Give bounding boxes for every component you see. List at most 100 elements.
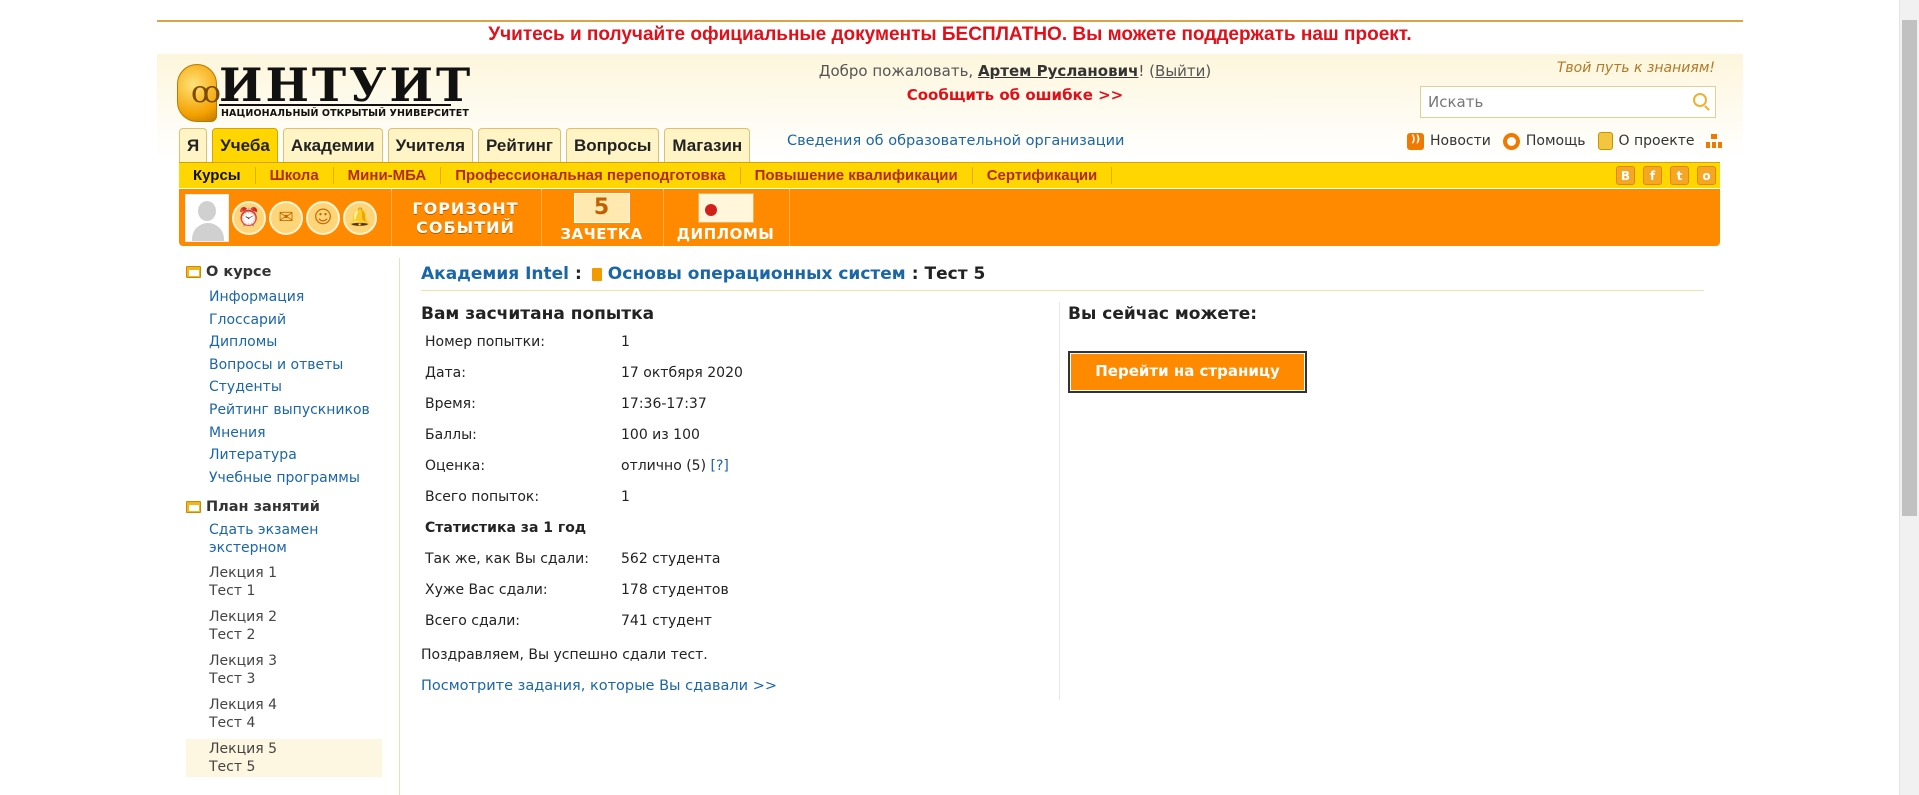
bell-icon[interactable]: 🔔 — [343, 200, 377, 235]
diplomas-label: ДИПЛОМЫ — [676, 225, 775, 243]
row-label: Время: — [425, 396, 476, 412]
subnav-school[interactable]: Школа — [256, 167, 334, 184]
lecture-label[interactable]: Лекция 3 — [209, 652, 382, 670]
column-divider — [1059, 302, 1060, 700]
row-value: 1 — [621, 489, 630, 505]
test-label[interactable]: Тест 2 — [209, 626, 382, 644]
row-value: 741 студент — [621, 613, 712, 629]
search-input[interactable] — [1421, 87, 1681, 117]
user-profile-link[interactable]: Артем Русланович — [978, 62, 1138, 80]
org-info-link[interactable]: Сведения об образовательной организации — [787, 133, 1124, 149]
logout-link[interactable]: Выйти — [1155, 62, 1205, 80]
view-tasks-link[interactable]: Посмотрите задания, которые Вы сдавали >… — [421, 678, 777, 694]
welcome-prefix: Добро пожаловать, — [818, 62, 978, 80]
go-to-course-button[interactable]: Перейти на страницу курса — [1068, 351, 1307, 414]
sidebar-item-diplomas[interactable]: Дипломы — [186, 331, 382, 354]
page: Учитесь и получайте официальные документ… — [0, 0, 1919, 795]
go-to-course-label: Перейти на страницу курса — [1071, 354, 1304, 414]
alarm-clock-icon[interactable]: ⏰ — [232, 200, 266, 235]
sitemap-link[interactable] — [1706, 134, 1723, 148]
result-title: Вам засчитана попытка — [421, 304, 655, 324]
tab-teachers[interactable]: Учителя — [387, 128, 474, 162]
sidebar-item-faq[interactable]: Вопросы и ответы — [186, 354, 382, 377]
sidebar-item-graduate-rating[interactable]: Рейтинг выпускников — [186, 399, 382, 422]
subnav-certifications[interactable]: Сертификации — [973, 167, 1113, 184]
stats-heading-row: Статистика за 1 год — [425, 516, 825, 547]
row-value: 17:36-17:37 — [621, 396, 707, 412]
tab-academies[interactable]: Академии — [282, 128, 383, 162]
event-horizon-line1: ГОРИЗОНТ — [412, 199, 519, 218]
logo[interactable]: ꝏ ИНТУИТ НАЦИОНАЛЬНЫЙ ОТКРЫТЫЙ УНИВЕРСИТ… — [177, 58, 470, 122]
avatar[interactable] — [185, 193, 229, 242]
logo-underline — [219, 104, 451, 106]
subnav-courses[interactable]: Курсы — [187, 167, 256, 184]
vk-icon[interactable]: В — [1616, 166, 1635, 185]
sidebar-item-info[interactable]: Информация — [186, 286, 382, 309]
breadcrumb-sep: : — [911, 264, 919, 284]
sidebar-item-programs[interactable]: Учебные программы — [186, 467, 382, 490]
promo-banner[interactable]: Учитесь и получайте официальные документ… — [157, 24, 1743, 48]
twitter-icon[interactable]: t — [1670, 166, 1689, 185]
toolbar-separator — [789, 189, 790, 246]
event-horizon-line2: СОБЫТИЙ — [416, 218, 515, 237]
sidebar-item-glossary[interactable]: Глоссарий — [186, 309, 382, 332]
subnav-mini-mba[interactable]: Мини-МБА — [334, 167, 442, 184]
sidebar-item-literature[interactable]: Литература — [186, 444, 382, 467]
gradebook-label: ЗАЧЕТКА — [560, 225, 643, 243]
sidebar-item-students[interactable]: Студенты — [186, 376, 382, 399]
help-label: Помощь — [1525, 133, 1586, 149]
friends-icon[interactable]: ☺ — [306, 200, 340, 235]
external-exam-link[interactable]: Сдать экзамен экстерном — [186, 521, 382, 557]
result-row-date: Дата: 17 октбяря 2020 — [425, 361, 825, 392]
grade-help-link[interactable]: [?] — [711, 458, 729, 474]
tab-questions[interactable]: Вопросы — [565, 128, 660, 162]
test-label[interactable]: Тест 3 — [209, 670, 382, 688]
book-icon — [591, 267, 602, 281]
lesson-item-1: Лекция 1 Тест 1 — [186, 563, 382, 601]
about-label: О проекте — [1618, 133, 1695, 149]
report-error-link[interactable]: Сообщить об ошибке >> — [775, 86, 1255, 104]
tab-me[interactable]: Я — [179, 128, 208, 162]
gradebook-button[interactable]: 5 ЗАЧЕТКА — [541, 189, 661, 246]
lecture-label[interactable]: Лекция 1 — [209, 564, 382, 582]
tab-rating[interactable]: Рейтинг — [478, 128, 561, 162]
breadcrumb-course[interactable]: Основы операционных систем — [608, 264, 906, 284]
news-link[interactable]: Новости — [1407, 132, 1491, 150]
odnoklassniki-icon[interactable]: o — [1697, 166, 1716, 185]
vertical-scrollbar[interactable] — [1899, 0, 1919, 795]
about-course-heading[interactable]: О курсе — [186, 264, 382, 280]
row-label: Всего сдали: — [425, 613, 521, 629]
lesson-plan-heading[interactable]: План занятий — [186, 499, 382, 515]
test-label[interactable]: Тест 4 — [209, 714, 382, 732]
event-horizon-button[interactable]: ГОРИЗОНТ СОБЫТИЙ — [391, 189, 539, 246]
diplomas-button[interactable]: ДИПЛОМЫ — [663, 189, 787, 246]
row-value: 178 студентов — [621, 582, 729, 598]
breadcrumb-academy[interactable]: Академия Intel — [421, 264, 569, 284]
result-row-total: Всего попыток: 1 — [425, 485, 825, 516]
lecture-label[interactable]: Лекция 5 — [209, 740, 382, 758]
tab-shop[interactable]: Магазин — [664, 128, 751, 162]
subnav-retraining[interactable]: Профессиональная переподготовка — [441, 167, 741, 184]
search-icon[interactable] — [1693, 93, 1707, 107]
row-label: Баллы: — [425, 427, 477, 443]
lesson-item-4: Лекция 4 Тест 4 — [186, 695, 382, 733]
tab-study[interactable]: Учеба — [212, 128, 278, 162]
help-link[interactable]: Помощь — [1502, 132, 1586, 150]
row-label: Дата: — [425, 365, 466, 381]
site-container: Учитесь и получайте официальные документ… — [157, 0, 1743, 795]
subnav-qualification[interactable]: Повышение квалификации — [741, 167, 973, 184]
sub-navigation: Курсы Школа Мини-МБА Профессиональная пе… — [179, 162, 1720, 188]
about-link[interactable]: О проекте — [1597, 132, 1695, 150]
lecture-label[interactable]: Лекция 4 — [209, 696, 382, 714]
sidebar-item-reviews[interactable]: Мнения — [186, 422, 382, 445]
envelope-icon[interactable]: ✉ — [269, 200, 303, 235]
scrollbar-thumb[interactable] — [1902, 20, 1917, 516]
external-exam-line1: Сдать экзамен — [209, 522, 319, 539]
tagline: Твой путь к знаниям! — [1556, 60, 1715, 76]
congrats-message: Поздравляем, Вы успешно сдали тест. — [421, 647, 708, 663]
info-icon — [1597, 132, 1613, 150]
test-label-current[interactable]: Тест 5 — [209, 758, 382, 776]
test-label[interactable]: Тест 1 — [209, 582, 382, 600]
lecture-label[interactable]: Лекция 2 — [209, 608, 382, 626]
facebook-icon[interactable]: f — [1643, 166, 1662, 185]
